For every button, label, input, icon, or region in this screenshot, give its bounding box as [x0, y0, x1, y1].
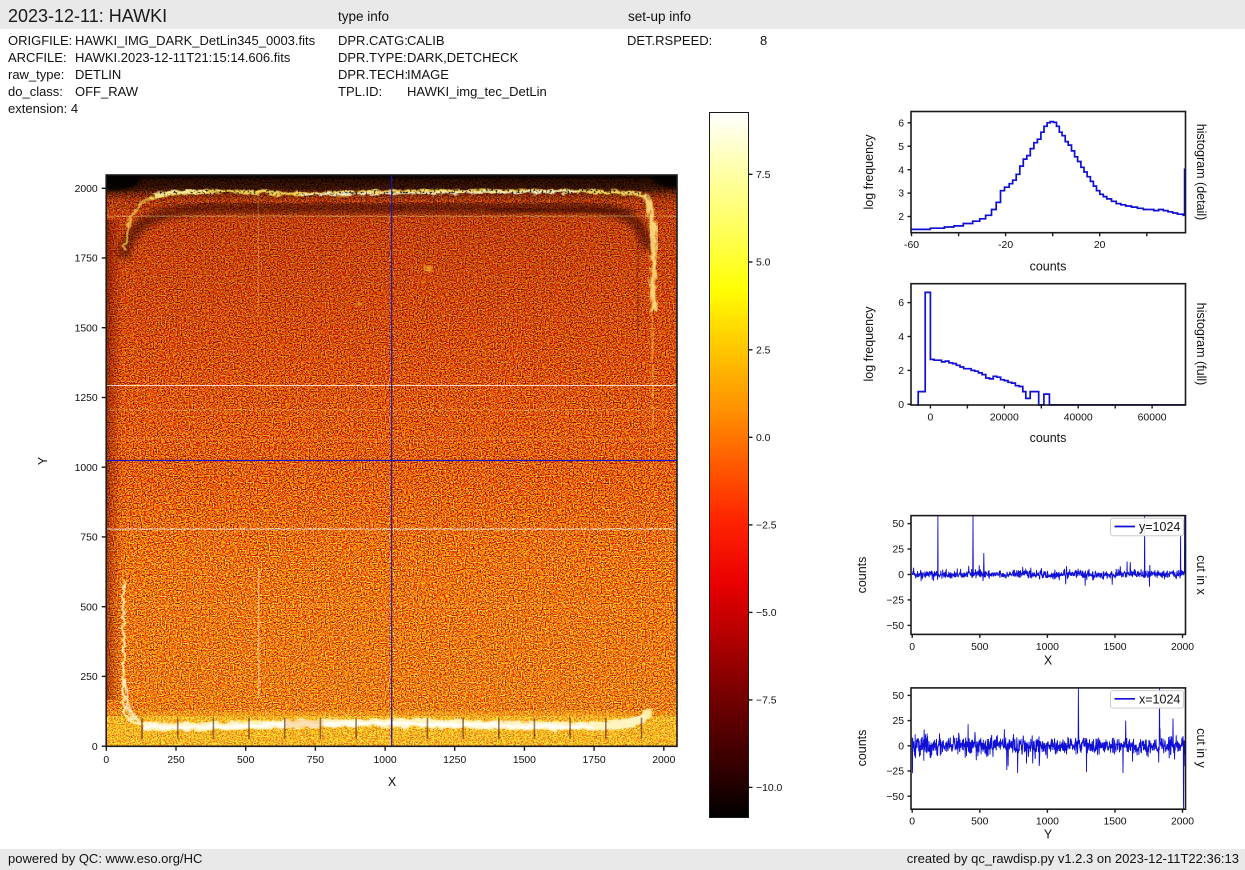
- svg-text:counts: counts: [855, 557, 869, 594]
- svg-text:1250: 1250: [75, 393, 98, 404]
- svg-text:0: 0: [898, 400, 904, 411]
- svg-text:1500: 1500: [1103, 817, 1126, 828]
- svg-text:500: 500: [80, 602, 98, 613]
- svg-text:histogram (detail): histogram (detail): [1194, 124, 1208, 221]
- svg-text:5.0: 5.0: [756, 258, 771, 269]
- svg-text:25: 25: [892, 545, 904, 556]
- svg-text:−50: −50: [886, 792, 904, 803]
- svg-text:500: 500: [971, 642, 989, 653]
- svg-text:50: 50: [892, 519, 904, 530]
- svg-text:counts: counts: [855, 730, 869, 767]
- svg-text:Y: Y: [36, 456, 50, 465]
- svg-text:0: 0: [103, 755, 109, 766]
- svg-text:2: 2: [898, 366, 904, 377]
- svg-text:3: 3: [898, 189, 904, 200]
- svg-text:750: 750: [80, 533, 98, 544]
- svg-text:2000: 2000: [1171, 817, 1194, 828]
- svg-text:0: 0: [928, 413, 934, 424]
- svg-text:cut in y: cut in y: [1194, 728, 1208, 768]
- svg-text:500: 500: [971, 817, 989, 828]
- svg-text:y=1024: y=1024: [1139, 520, 1180, 534]
- svg-text:−2.5: −2.5: [756, 521, 777, 532]
- svg-text:1750: 1750: [583, 755, 606, 766]
- svg-text:2000: 2000: [1171, 642, 1194, 653]
- svg-text:7.5: 7.5: [756, 170, 771, 181]
- svg-text:0: 0: [898, 741, 904, 752]
- svg-text:1000: 1000: [1036, 642, 1059, 653]
- svg-text:−10.0: −10.0: [756, 783, 783, 794]
- svg-text:4: 4: [898, 332, 904, 343]
- svg-text:counts: counts: [1030, 260, 1067, 274]
- svg-text:250: 250: [167, 755, 185, 766]
- svg-text:1000: 1000: [75, 463, 98, 474]
- svg-text:-20: -20: [998, 240, 1013, 251]
- svg-text:60000: 60000: [1138, 413, 1167, 424]
- svg-text:25: 25: [892, 716, 904, 727]
- svg-text:1500: 1500: [513, 755, 536, 766]
- svg-text:counts: counts: [1030, 431, 1067, 445]
- svg-text:X: X: [388, 775, 397, 789]
- svg-text:−25: −25: [886, 767, 904, 778]
- svg-text:1750: 1750: [75, 254, 98, 265]
- svg-text:-60: -60: [904, 240, 919, 251]
- svg-text:−5.0: −5.0: [756, 608, 777, 619]
- svg-text:0: 0: [909, 642, 915, 653]
- svg-text:6: 6: [898, 298, 904, 309]
- svg-text:log frequency: log frequency: [862, 134, 876, 210]
- svg-text:20: 20: [1094, 240, 1106, 251]
- svg-text:40000: 40000: [1064, 413, 1093, 424]
- svg-text:4: 4: [898, 165, 904, 176]
- svg-text:5: 5: [898, 142, 904, 153]
- svg-text:1250: 1250: [443, 755, 466, 766]
- svg-text:0.0: 0.0: [756, 433, 771, 444]
- svg-text:2000: 2000: [75, 184, 98, 195]
- svg-text:cut in x: cut in x: [1194, 555, 1208, 595]
- svg-text:500: 500: [237, 755, 255, 766]
- svg-text:2: 2: [898, 212, 904, 223]
- svg-text:−7.5: −7.5: [756, 696, 777, 707]
- svg-text:0: 0: [909, 817, 915, 828]
- svg-text:2.5: 2.5: [756, 345, 771, 356]
- svg-text:2000: 2000: [652, 755, 675, 766]
- svg-text:−25: −25: [886, 596, 904, 607]
- svg-text:Y: Y: [1044, 828, 1053, 842]
- svg-text:20000: 20000: [990, 413, 1019, 424]
- svg-text:log frequency: log frequency: [862, 306, 876, 382]
- svg-text:X: X: [1044, 654, 1053, 668]
- svg-text:6: 6: [898, 118, 904, 129]
- svg-text:1500: 1500: [1103, 642, 1126, 653]
- svg-text:x=1024: x=1024: [1139, 692, 1180, 706]
- svg-text:250: 250: [80, 672, 98, 683]
- svg-text:50: 50: [892, 691, 904, 702]
- svg-text:1000: 1000: [374, 755, 397, 766]
- svg-text:−50: −50: [886, 621, 904, 632]
- svg-text:750: 750: [307, 755, 325, 766]
- svg-text:histogram (full): histogram (full): [1194, 303, 1208, 386]
- svg-text:1000: 1000: [1036, 817, 1059, 828]
- svg-text:1500: 1500: [75, 323, 98, 334]
- svg-text:0: 0: [92, 742, 98, 753]
- svg-text:0: 0: [898, 570, 904, 581]
